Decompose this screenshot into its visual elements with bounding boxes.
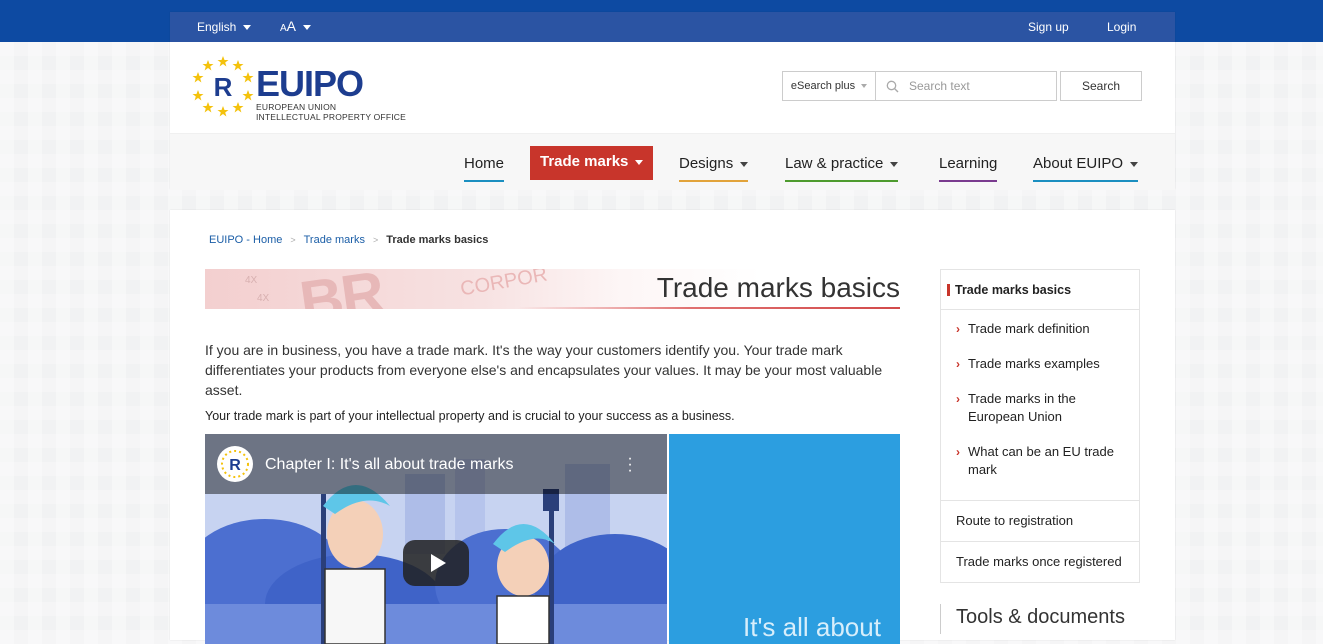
chevron-down-icon	[890, 162, 899, 167]
utility-bar: English AAAA Sign up Login	[170, 12, 1175, 42]
sidenav-title[interactable]: Trade marks basics	[941, 270, 1139, 310]
sidenav-item-trade-marks-once-registered[interactable]: Trade marks once registered	[941, 542, 1139, 582]
euipo-logo-icon: R	[221, 450, 249, 478]
search-field	[876, 71, 1057, 101]
breadcrumb-current: Trade marks basics	[386, 234, 489, 246]
search-input[interactable]	[907, 78, 1041, 94]
svg-text:R: R	[229, 457, 241, 474]
logo-wordmark: EUIPO	[256, 63, 364, 104]
sidenav-sublist: › Trade mark definition › Trade marks ex…	[941, 310, 1139, 501]
signup-link[interactable]: Sign up	[1028, 12, 1069, 42]
language-selector[interactable]: English	[197, 12, 252, 42]
chevron-right-icon: ›	[956, 445, 960, 459]
section-sidenav: Trade marks basics › Trade mark definiti…	[940, 269, 1140, 583]
nav-home[interactable]: Home	[464, 152, 505, 182]
main-nav: Home Trade marks Designs Law & practice …	[170, 133, 1175, 190]
breadcrumb-section-link[interactable]: Trade marks	[304, 234, 365, 246]
play-icon	[430, 554, 446, 572]
chevron-down-icon	[303, 24, 312, 30]
sidenav-item-trade-marks-eu[interactable]: › Trade marks in the European Union	[941, 390, 1139, 426]
video-player[interactable]: R Chapter I: It's all about trade marks …	[205, 434, 667, 644]
sidenav-item-route-to-registration[interactable]: Route to registration	[941, 501, 1139, 542]
chevron-right-icon: ›	[956, 322, 960, 336]
breadcrumb-home-link[interactable]: EUIPO - Home	[209, 234, 282, 246]
intro-paragraph-2: Your trade mark is part of your intellec…	[205, 409, 735, 423]
title-underline	[205, 307, 900, 309]
chevron-down-icon	[635, 160, 644, 165]
chevron-down-icon	[740, 162, 749, 167]
video-title[interactable]: Chapter I: It's all about trade marks	[265, 456, 514, 474]
font-size-label: AAAA	[280, 17, 297, 34]
promo-text: It's all about	[743, 612, 881, 642]
chevron-right-icon: ›	[956, 357, 960, 371]
nav-learning[interactable]: Learning	[939, 152, 998, 182]
main-content: EUIPO - Home > Trade marks > Trade marks…	[170, 210, 1175, 644]
sidenav-item-trade-marks-examples[interactable]: › Trade marks examples	[941, 355, 1139, 373]
logo-subtitle: EUROPEAN UNION INTELLECTUAL PROPERTY OFF…	[256, 102, 406, 122]
breadcrumb-separator: >	[290, 235, 296, 245]
language-label: English	[197, 20, 237, 34]
play-button[interactable]	[403, 540, 469, 586]
chevron-down-icon	[861, 84, 868, 88]
search-group: eSearch plus Search	[782, 71, 1142, 101]
hero-decoration: 4X	[245, 275, 258, 286]
hero-decoration: 4X	[257, 293, 270, 304]
hero-decoration: BR	[295, 269, 387, 309]
search-scope-dropdown[interactable]: eSearch plus	[782, 71, 876, 101]
nav-about-euipo[interactable]: About EUIPO	[1033, 152, 1139, 182]
page-title: Trade marks basics	[656, 272, 900, 303]
eu-stars-logo-icon: R	[192, 56, 254, 117]
sidenav-item-what-can-be-eu-trade-mark[interactable]: › What can be an EU trade mark	[941, 443, 1139, 479]
search-icon	[886, 80, 899, 92]
chevron-down-icon	[243, 24, 252, 30]
font-size-selector[interactable]: AAAA	[280, 12, 312, 42]
nav-designs[interactable]: Designs	[679, 152, 749, 182]
page-hero-banner: BR CORPOR 4X 4X Trade marks basics	[205, 269, 900, 309]
breadcrumb: EUIPO - Home > Trade marks > Trade marks…	[209, 234, 488, 246]
breadcrumb-separator: >	[372, 235, 379, 245]
channel-avatar[interactable]: R	[217, 446, 253, 482]
hero-decoration: CORPOR	[458, 269, 549, 301]
login-link[interactable]: Login	[1107, 12, 1136, 42]
site-header: English AAAA Sign up Login R	[170, 12, 1175, 190]
search-button[interactable]: Search	[1060, 71, 1142, 101]
euipo-logo[interactable]: R EUIPO EUROPEAN UNION INTELLECTUAL PROP…	[192, 54, 442, 126]
promo-panel: It's all about	[669, 434, 900, 644]
nav-law-practice[interactable]: Law & practice	[785, 152, 899, 182]
more-options-icon[interactable]: · · ·	[625, 451, 635, 479]
nav-trade-marks[interactable]: Trade marks	[530, 146, 654, 180]
chevron-down-icon	[1130, 162, 1139, 167]
chevron-right-icon: ›	[956, 392, 960, 406]
sidenav-item-trade-mark-definition[interactable]: › Trade mark definition	[941, 320, 1139, 338]
svg-text:R: R	[214, 72, 233, 102]
intro-paragraph: If you are in business, you have a trade…	[205, 342, 883, 398]
